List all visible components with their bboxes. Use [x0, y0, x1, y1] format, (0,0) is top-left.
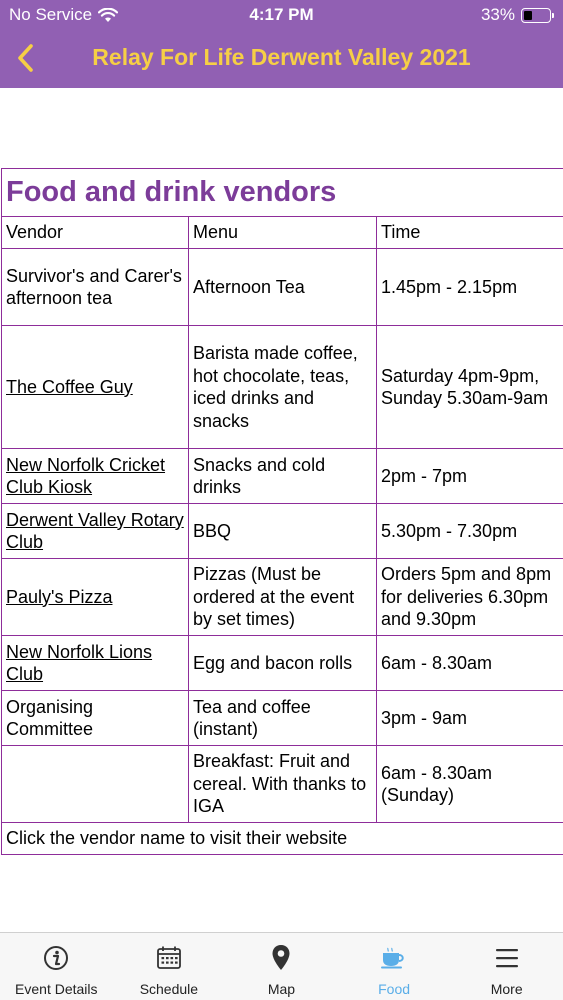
tab-label: Food [378, 981, 411, 997]
tab-more[interactable]: More [450, 933, 563, 1000]
battery-level-fill [524, 10, 532, 20]
vendor-link[interactable]: The Coffee Guy [6, 377, 133, 397]
app-header: No Service 4:17 PM 33% Relay For Life De… [0, 0, 563, 88]
menu-cell: Egg and bacon rolls [188, 635, 377, 691]
tab-label: Map [267, 981, 296, 997]
vendor-cell: Pauly's Pizza [1, 558, 189, 636]
menu-cell: Afternoon Tea [188, 248, 377, 326]
tab-map[interactable]: Map [225, 933, 338, 1000]
table-row: Pauly's Pizza Pizzas (Must be ordered at … [1, 558, 563, 636]
table-caption: Food and drink vendors [0, 168, 563, 217]
time-cell: 5.30pm - 7.30pm [375, 503, 563, 559]
tab-label: Event Details [15, 981, 98, 997]
menu-icon [494, 938, 520, 978]
vendor-cell: New Norfolk Cricket Club Kiosk [1, 448, 189, 504]
vendors-table: Food and drink vendors Vendor Menu Time … [0, 168, 563, 855]
table-row: Organising Committee Tea and coffee (inst… [1, 690, 563, 746]
vendor-cell: Survivor's and Carer's afternoon tea [1, 248, 189, 326]
battery-icon [521, 7, 554, 23]
vendor-link[interactable]: Pauly's Pizza [6, 587, 112, 607]
menu-cell: BBQ [188, 503, 377, 559]
page-title: Relay For Life Derwent Valley 2021 [92, 44, 471, 70]
vendor-cell: Organising Committee [1, 690, 189, 746]
time-cell: Orders 5pm and 8pm for deliveries 6.30pm… [375, 558, 563, 636]
vendor-cell: New Norfolk Lions Club [1, 635, 189, 691]
battery-percent: 33% [480, 5, 515, 24]
vendor-cell [1, 745, 189, 823]
vendor-link[interactable]: Derwent Valley Rotary Club [6, 510, 184, 553]
tab-event-details[interactable]: Event Details [0, 933, 113, 1000]
tab-label: Schedule [139, 981, 199, 997]
table-row: Derwent Valley Rotary Club BBQ 5.30pm - 7.… [1, 503, 563, 559]
footer-note: Click the vendor name to visit their web… [0, 822, 563, 855]
table-footer-row: Click the vendor name to visit their web… [0, 822, 563, 855]
time-cell: 6am - 8.30am [375, 635, 563, 691]
vendor-link[interactable]: New Norfolk Cricket Club Kiosk [6, 455, 165, 498]
info-icon [43, 938, 69, 978]
table-row: Breakfast: Fruit and cereal. With thanks… [1, 745, 563, 823]
table-row: The Coffee Guy Barista made coffee, hot c… [1, 325, 563, 449]
menu-cell: Breakfast: Fruit and cereal. With thanks… [188, 745, 377, 823]
tab-schedule[interactable]: Schedule [113, 933, 226, 1000]
time-cell: 3pm - 9am [375, 690, 563, 746]
tab-food[interactable]: Food [338, 933, 451, 1000]
table-row: New Norfolk Cricket Club Kiosk Snacks and… [1, 448, 563, 504]
menu-cell: Barista made coffee, hot chocolate, teas… [188, 325, 377, 449]
column-header-vendor: Vendor [1, 216, 189, 249]
vendor-cell: Derwent Valley Rotary Club [1, 503, 189, 559]
menu-cell: Snacks and cold drinks [188, 448, 377, 504]
table-caption-row: Food and drink vendors [0, 168, 563, 217]
table-row: Survivor's and Carer's afternoon tea Afte… [1, 248, 563, 326]
time-cell: 6am - 8.30am (Sunday) [375, 745, 563, 823]
status-bar: No Service 4:17 PM 33% [0, 0, 563, 30]
time-cell: 2pm - 7pm [375, 448, 563, 504]
clock: 4:17 PM [249, 5, 314, 24]
tab-label: More [490, 981, 523, 997]
column-header-menu: Menu [188, 216, 377, 249]
menu-cell: Pizzas (Must be ordered at the event by … [188, 558, 377, 636]
column-header-time: Time [375, 216, 563, 249]
table-header-row: Vendor Menu Time [1, 216, 563, 249]
menu-cell: Tea and coffee (instant) [188, 690, 377, 746]
nav-bar: Relay For Life Derwent Valley 2021 [0, 30, 563, 88]
vendor-link[interactable]: New Norfolk Lions Club [6, 642, 152, 685]
coffee-cup-icon [380, 938, 408, 978]
time-cell: Saturday 4pm-9pm, Sunday 5.30am-9am [375, 325, 563, 449]
calendar-icon [155, 938, 183, 978]
table-row: New Norfolk Lions Club Egg and bacon roll… [1, 635, 563, 691]
vendors-content: Food and drink vendors Vendor Menu Time … [0, 168, 563, 855]
status-right: 33% [480, 5, 554, 25]
vendor-cell: The Coffee Guy [1, 325, 189, 449]
time-cell: 1.45pm - 2.15pm [375, 248, 563, 326]
tab-bar: Event Details Schedule Map Food More [0, 932, 563, 1000]
map-pin-icon [271, 938, 291, 978]
